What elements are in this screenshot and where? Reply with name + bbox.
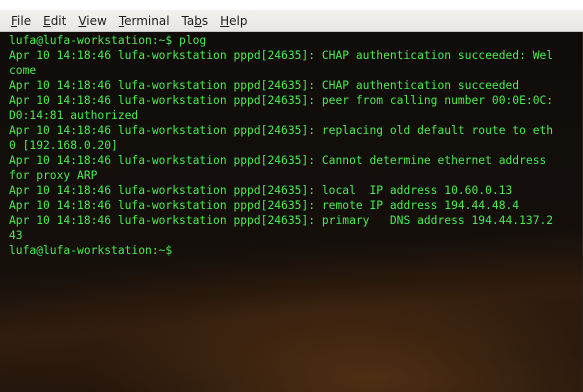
prompt-line: lufa@lufa-workstation:~$ [9,243,583,258]
menu-file[interactable]: File [6,11,36,31]
menu-bar: File Edit View Terminal Tabs Help [0,10,583,32]
log-line-wrap: come [9,64,37,77]
menu-help[interactable]: Help [215,11,252,31]
log-line: Apr 10 14:18:46 lufa-workstation pppd[24… [9,199,520,212]
log-line: Apr 10 14:18:46 lufa-workstation pppd[24… [9,94,554,107]
prompt-text: lufa@lufa-workstation:~$ [9,244,180,257]
log-line: Apr 10 14:18:46 lufa-workstation pppd[24… [9,184,513,197]
log-line: Apr 10 14:18:46 lufa-workstation pppd[24… [9,49,554,62]
log-line: Apr 10 14:18:46 lufa-workstation pppd[24… [9,214,554,227]
terminal-window: File Edit View Terminal Tabs Help lufa@l… [0,0,583,392]
log-line-wrap: D0:14:81 authorized [9,109,139,122]
log-line: Apr 10 14:18:46 lufa-workstation pppd[24… [9,79,520,92]
log-line: Apr 10 14:18:46 lufa-workstation pppd[24… [9,124,554,137]
log-line-wrap: 43 [9,229,23,242]
text-cursor [179,243,186,256]
log-line-wrap: for proxy ARP [9,169,98,182]
terminal-output[interactable]: lufa@lufa-workstation:~$ plog Apr 10 14:… [0,32,583,392]
menu-edit[interactable]: Edit [38,11,71,31]
log-line-wrap: 0 [192.168.0.20] [9,139,118,152]
menu-view[interactable]: View [73,11,111,31]
menu-terminal[interactable]: Terminal [114,11,175,31]
log-line: Apr 10 14:18:46 lufa-workstation pppd[24… [9,154,547,167]
menu-tabs[interactable]: Tabs [177,11,214,31]
prompt-line: lufa@lufa-workstation:~$ plog [9,34,207,47]
title-strip [0,0,583,10]
